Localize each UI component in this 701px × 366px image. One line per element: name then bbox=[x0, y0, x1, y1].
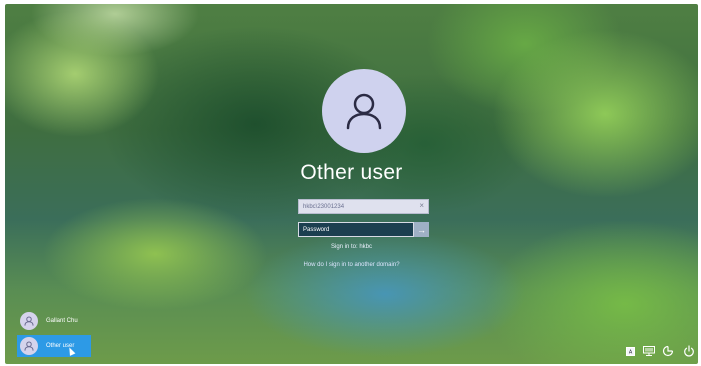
arrow-right-icon: → bbox=[417, 224, 426, 235]
user-avatar bbox=[20, 337, 38, 355]
sign-in-domain-text: Sign in to: hkbc bbox=[330, 244, 373, 250]
user-name: Gallant Chu bbox=[46, 318, 78, 324]
user-list-item-other-user[interactable]: Other user bbox=[17, 335, 91, 357]
password-field[interactable]: Password bbox=[298, 222, 414, 237]
language-glyph: A bbox=[626, 346, 635, 356]
accessibility-icon[interactable] bbox=[661, 345, 675, 357]
accessibility-glyph bbox=[662, 345, 674, 357]
lock-screen-background: Other user hkbc\23001234 × Password → Si… bbox=[5, 4, 698, 364]
username-value: hkbc\23001234 bbox=[303, 203, 345, 210]
user-avatar bbox=[20, 312, 38, 330]
account-title: Other user bbox=[300, 161, 403, 184]
user-list-item-gallant-chu[interactable]: Gallant Chu bbox=[17, 310, 91, 332]
network-glyph bbox=[643, 346, 655, 356]
other-domain-link[interactable]: How do I sign in to another domain? bbox=[5, 262, 698, 268]
user-avatar-large bbox=[322, 69, 406, 153]
language-icon[interactable]: A bbox=[625, 345, 636, 357]
clear-icon[interactable]: × bbox=[419, 201, 424, 210]
person-icon bbox=[24, 316, 34, 326]
network-icon[interactable] bbox=[642, 345, 656, 357]
person-icon bbox=[24, 341, 34, 351]
power-icon[interactable] bbox=[682, 345, 695, 357]
submit-button[interactable]: → bbox=[414, 222, 429, 237]
password-placeholder: Password bbox=[303, 226, 330, 233]
power-glyph bbox=[683, 345, 694, 357]
username-field[interactable]: hkbc\23001234 × bbox=[298, 199, 429, 214]
person-icon bbox=[346, 93, 382, 130]
